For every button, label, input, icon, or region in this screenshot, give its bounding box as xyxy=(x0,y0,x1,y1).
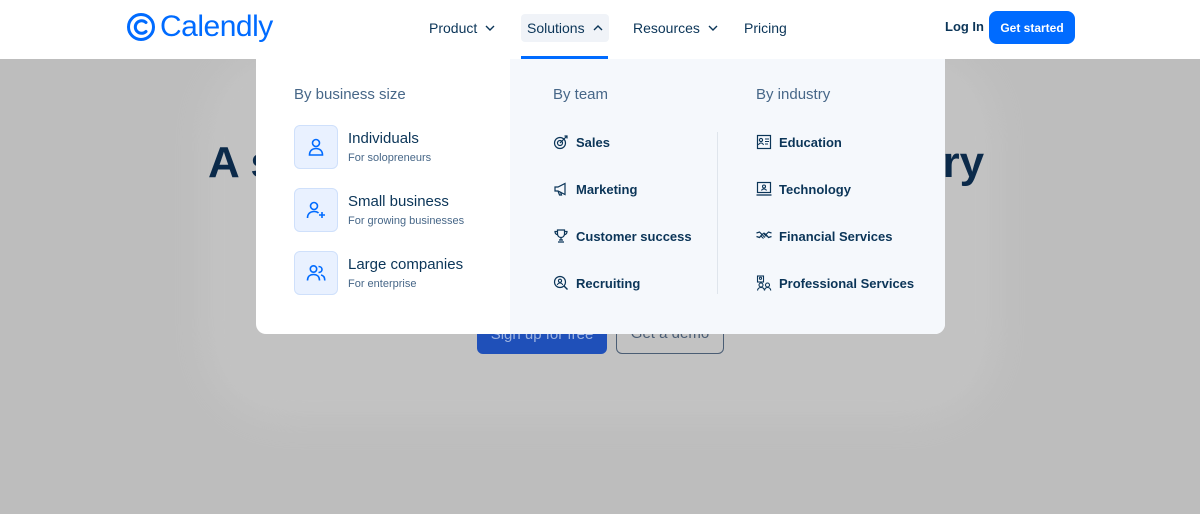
nav-product[interactable]: Product xyxy=(423,14,501,42)
team-item-label: Marketing xyxy=(576,181,638,197)
chevron-down-icon xyxy=(708,25,718,31)
trophy-icon xyxy=(554,229,568,243)
size-item-title: Large companies xyxy=(348,256,464,273)
site-header: Calendly Product Solutions Resources Pri… xyxy=(0,0,1200,59)
team-item-sales[interactable]: Sales xyxy=(553,134,610,150)
laptop-icon xyxy=(756,181,772,196)
magnifier-person-icon xyxy=(553,275,568,290)
nav-pricing[interactable]: Pricing xyxy=(738,14,793,42)
industry-item-label: Education xyxy=(779,134,842,150)
industry-item-financial-services[interactable]: Financial Services xyxy=(756,228,892,244)
target-icon xyxy=(553,135,568,150)
login-link[interactable]: Log In xyxy=(945,19,984,34)
size-item-individuals[interactable]: Individuals For solopreneurs xyxy=(294,125,431,169)
nav-solutions-label: Solutions xyxy=(527,20,585,36)
education-icon xyxy=(756,134,772,150)
team-item-label: Customer success xyxy=(576,228,692,244)
industry-item-label: Financial Services xyxy=(779,228,893,244)
handshake-icon xyxy=(756,231,772,239)
people-icon xyxy=(294,251,338,295)
team-item-customer-success[interactable]: Customer success xyxy=(553,228,692,244)
size-item-subtitle: For growing businesses xyxy=(348,215,465,227)
industry-item-label: Technology xyxy=(779,181,851,197)
person-add-icon xyxy=(294,188,338,232)
person-icon xyxy=(294,125,338,169)
by-industry-heading: By industry xyxy=(756,86,831,103)
size-item-small-business[interactable]: Small business For growing businesses xyxy=(294,188,464,232)
team-icon xyxy=(756,275,772,291)
chevron-down-icon xyxy=(485,25,495,31)
industry-item-technology[interactable]: Technology xyxy=(756,181,851,197)
size-item-subtitle: For enterprise xyxy=(348,278,417,290)
nav-pricing-label: Pricing xyxy=(744,20,787,36)
calendly-logo[interactable]: Calendly xyxy=(126,10,273,44)
size-item-subtitle: For solopreneurs xyxy=(348,152,432,164)
industry-item-professional-services[interactable]: Professional Services xyxy=(756,275,914,291)
solutions-dropdown: By business size Individuals For solopre… xyxy=(256,59,945,334)
chevron-up-icon xyxy=(593,25,603,31)
nav-solutions[interactable]: Solutions xyxy=(521,14,609,42)
megaphone-icon xyxy=(554,182,566,196)
calendly-wordmark: Calendly xyxy=(160,10,273,43)
team-item-marketing[interactable]: Marketing xyxy=(553,181,637,197)
column-divider xyxy=(717,132,718,294)
by-business-size-heading: By business size xyxy=(294,86,406,103)
size-item-title: Individuals xyxy=(348,130,419,147)
size-item-large-companies[interactable]: Large companies For enterprise xyxy=(294,251,463,295)
industry-item-label: Professional Services xyxy=(779,275,915,291)
calendly-logo-icon xyxy=(127,13,155,41)
team-item-recruiting[interactable]: Recruiting xyxy=(553,275,640,291)
nav-resources-label: Resources xyxy=(633,20,700,36)
nav-product-label: Product xyxy=(429,20,478,36)
team-item-label: Sales xyxy=(576,134,610,150)
size-item-title: Small business xyxy=(348,193,449,210)
get-started-button[interactable]: Get started xyxy=(989,11,1075,44)
team-item-label: Recruiting xyxy=(576,275,641,291)
by-team-heading: By team xyxy=(553,86,609,103)
nav-resources[interactable]: Resources xyxy=(627,14,724,42)
industry-item-education[interactable]: Education xyxy=(756,134,842,150)
